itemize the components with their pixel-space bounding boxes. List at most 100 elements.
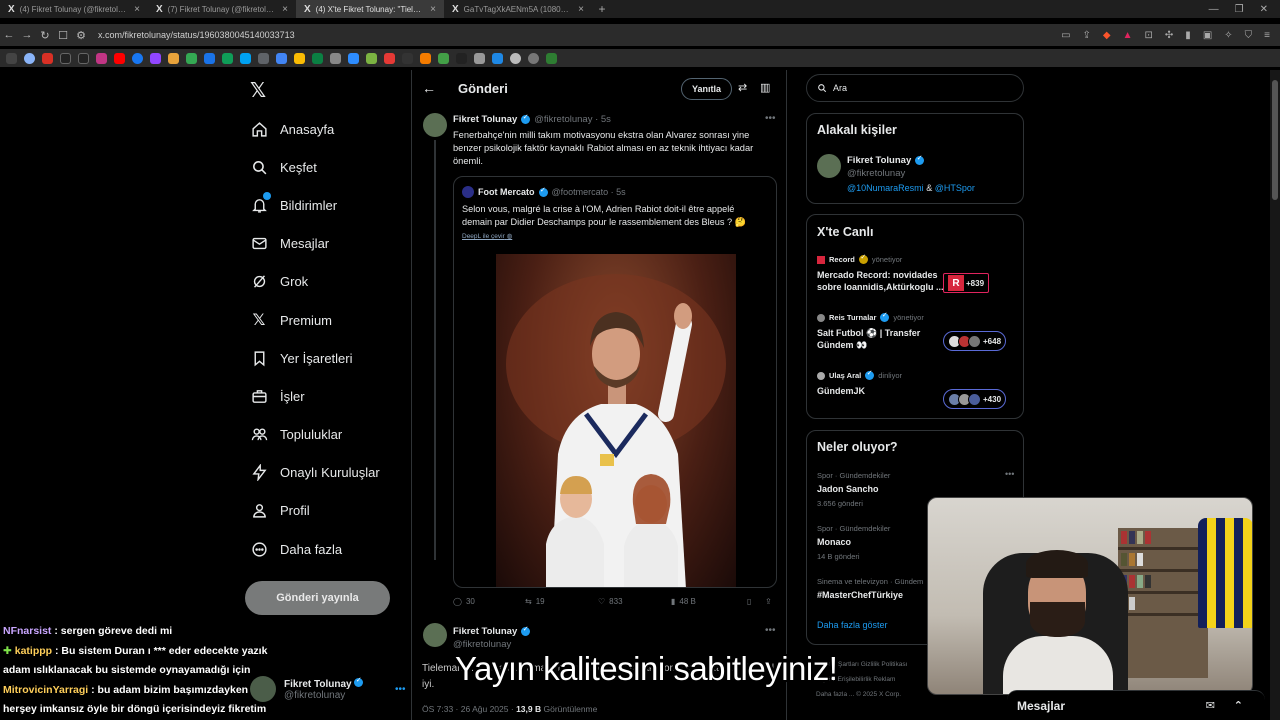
- site-info-icon[interactable]: ⚙: [72, 29, 90, 42]
- back-arrow-icon[interactable]: ←: [422, 80, 436, 96]
- bookmark-favicon-icon[interactable]: [222, 52, 233, 64]
- sidebar-item-premium[interactable]: 𝕏 Premium: [250, 301, 380, 339]
- bookmark-favicon-icon[interactable]: [366, 52, 377, 64]
- sidebar-item-bookmarks[interactable]: Yer İşaretleri: [250, 339, 380, 377]
- avatar[interactable]: [817, 154, 841, 178]
- x-bookmark-icon[interactable]: [60, 52, 71, 64]
- bookmark-favicon-icon[interactable]: [474, 52, 485, 64]
- sidebar-item-home[interactable]: Anasayfa: [250, 110, 380, 148]
- bookmark-favicon-icon[interactable]: [258, 52, 269, 64]
- live-space[interactable]: Recordyönetiyor Mercado Record: novidade…: [817, 253, 957, 293]
- tweet-author[interactable]: Fikret Tolunay: [453, 625, 531, 637]
- sidebar-item-explore[interactable]: Keşfet: [250, 148, 380, 186]
- sidebar-item-jobs[interactable]: İşler: [250, 377, 380, 415]
- rewards-icon[interactable]: ▲: [1123, 30, 1133, 41]
- bookmark-favicon-icon[interactable]: [456, 52, 467, 64]
- mention-link[interactable]: @HTSpor: [935, 183, 975, 193]
- live-space[interactable]: Reis Turnalaryönetiyor Salt Futbol ⚽ | T…: [817, 311, 957, 351]
- messages-dock[interactable]: Mesajlar ✉ ⌃: [1007, 690, 1265, 720]
- back-icon[interactable]: ←: [0, 29, 18, 41]
- bookmark-favicon-icon[interactable]: [240, 52, 251, 64]
- browser-tab-2[interactable]: X(7) Fikret Tolunay (@fikretolunay) / X×: [148, 0, 296, 18]
- twitch-icon[interactable]: [150, 52, 161, 64]
- trend-item[interactable]: Spor · Gündemdekiler Jadon Sancho 3.656 gö…: [817, 471, 890, 508]
- bookmark-favicon-icon[interactable]: [546, 52, 557, 64]
- sidebar-item-grok[interactable]: Grok: [250, 263, 380, 301]
- trend-item[interactable]: Sinema ve televizyon · Gündem #MasterChef…: [817, 577, 923, 600]
- share-action[interactable]: ⇪: [765, 597, 772, 606]
- filter-icon[interactable]: ⇄: [738, 81, 747, 94]
- gmail-icon[interactable]: [42, 52, 53, 64]
- bookmark-favicon-icon[interactable]: [276, 52, 287, 64]
- sidebar-icon[interactable]: ▮: [1185, 30, 1191, 41]
- more-dots-icon[interactable]: •••: [395, 684, 406, 695]
- sidebar-item-communities[interactable]: Topluluklar: [250, 416, 380, 454]
- scrollbar-thumb[interactable]: [1272, 80, 1278, 200]
- sidebar-item-verified-orgs[interactable]: Onaylı Kuruluşlar: [250, 454, 380, 492]
- mention-link[interactable]: @10NumaraResmi: [847, 183, 924, 193]
- x-logo-icon[interactable]: 𝕏: [250, 78, 266, 103]
- menu-icon[interactable]: ≡: [1264, 30, 1270, 41]
- sidebar-item-profile[interactable]: Profil: [250, 492, 380, 530]
- vpn-icon[interactable]: ⛉: [1245, 30, 1253, 41]
- bookmark-favicon-icon[interactable]: [420, 52, 431, 64]
- share-icon[interactable]: ⇪: [1083, 30, 1091, 41]
- apps-icon[interactable]: [6, 52, 17, 64]
- reader-view-icon[interactable]: ▥: [760, 81, 770, 94]
- close-tab-icon[interactable]: ×: [134, 4, 140, 15]
- sidebar-item-more[interactable]: Daha fazla: [250, 530, 380, 568]
- more-dots-icon[interactable]: •••: [765, 113, 776, 124]
- browser-tab-1[interactable]: X(4) Fikret Tolunay (@fikretolunay) / X×: [0, 0, 148, 18]
- retweet-action[interactable]: ⇆ 19: [525, 597, 598, 606]
- forward-icon[interactable]: →: [18, 29, 36, 41]
- bookmark-action[interactable]: ▯: [747, 597, 765, 606]
- close-tab-icon[interactable]: ×: [578, 4, 584, 15]
- avatar[interactable]: [423, 623, 447, 647]
- extensions-icon[interactable]: ✣: [1165, 30, 1173, 41]
- bookmark-favicon-icon[interactable]: [510, 52, 521, 64]
- bookmark-page-icon[interactable]: ☐: [54, 29, 72, 42]
- show-more-link[interactable]: Daha fazla göster: [817, 620, 888, 630]
- avatar[interactable]: [423, 113, 447, 137]
- reload-icon[interactable]: ↻: [36, 29, 54, 42]
- sidebar-item-notifications[interactable]: Bildirimler: [250, 186, 380, 224]
- x-bookmark-icon[interactable]: [78, 52, 89, 64]
- bookmark-favicon-icon[interactable]: [168, 52, 179, 64]
- bookmark-favicon-icon[interactable]: [384, 52, 395, 64]
- post-button[interactable]: Gönderi yayınla: [245, 581, 390, 615]
- tweet-author[interactable]: Fikret Tolunay@fikretolunay · 5s: [453, 113, 611, 125]
- leo-icon[interactable]: ✧: [1224, 30, 1232, 41]
- screenshot-icon[interactable]: ⊡: [1145, 30, 1153, 41]
- chevron-up-icon[interactable]: ⌃: [1234, 699, 1243, 712]
- bookmark-favicon-icon[interactable]: [312, 52, 323, 64]
- maximize-icon[interactable]: ❐: [1235, 4, 1244, 15]
- cast-icon[interactable]: ▭: [1061, 30, 1070, 41]
- bookmark-favicon-icon[interactable]: [402, 52, 413, 64]
- translate-link[interactable]: DeepL ile çevir ◍: [462, 232, 512, 240]
- like-action[interactable]: ♡ 833: [598, 597, 671, 606]
- browser-tab-3[interactable]: X (4) X'te Fikret Tolunay: "Tieleman ×: [296, 0, 444, 18]
- wallet-icon[interactable]: ▣: [1203, 30, 1212, 41]
- more-dots-icon[interactable]: •••: [1005, 469, 1014, 479]
- trend-item[interactable]: Spor · Gündemdekiler Monaco 14 B gönderi: [817, 524, 890, 561]
- url-field[interactable]: x.com/fikretolunay/status/19603800451400…: [98, 30, 295, 40]
- related-name[interactable]: Fikret Tolunay: [847, 154, 925, 166]
- tweet-photo[interactable]: [496, 254, 736, 587]
- bookmark-favicon-icon[interactable]: [186, 52, 197, 64]
- new-message-icon[interactable]: ✉: [1206, 699, 1215, 712]
- bookmark-favicon-icon[interactable]: [294, 52, 305, 64]
- bookmark-favicon-icon[interactable]: [492, 52, 503, 64]
- bookmark-favicon-icon[interactable]: [330, 52, 341, 64]
- close-tab-icon[interactable]: ×: [430, 4, 436, 15]
- bookmark-favicon-icon[interactable]: [24, 52, 35, 64]
- bookmark-favicon-icon[interactable]: [348, 52, 359, 64]
- reply-action[interactable]: ◯ 30: [453, 597, 525, 606]
- reply-button[interactable]: Yanıtla: [681, 78, 733, 100]
- bookmark-favicon-icon[interactable]: [438, 52, 449, 64]
- close-tab-icon[interactable]: ×: [282, 4, 288, 15]
- more-dots-icon[interactable]: •••: [765, 625, 776, 636]
- instagram-icon[interactable]: [96, 52, 107, 64]
- views-action[interactable]: ▮ 48 B: [671, 597, 747, 606]
- bookmark-favicon-icon[interactable]: [528, 52, 539, 64]
- new-tab-button[interactable]: +: [592, 2, 612, 16]
